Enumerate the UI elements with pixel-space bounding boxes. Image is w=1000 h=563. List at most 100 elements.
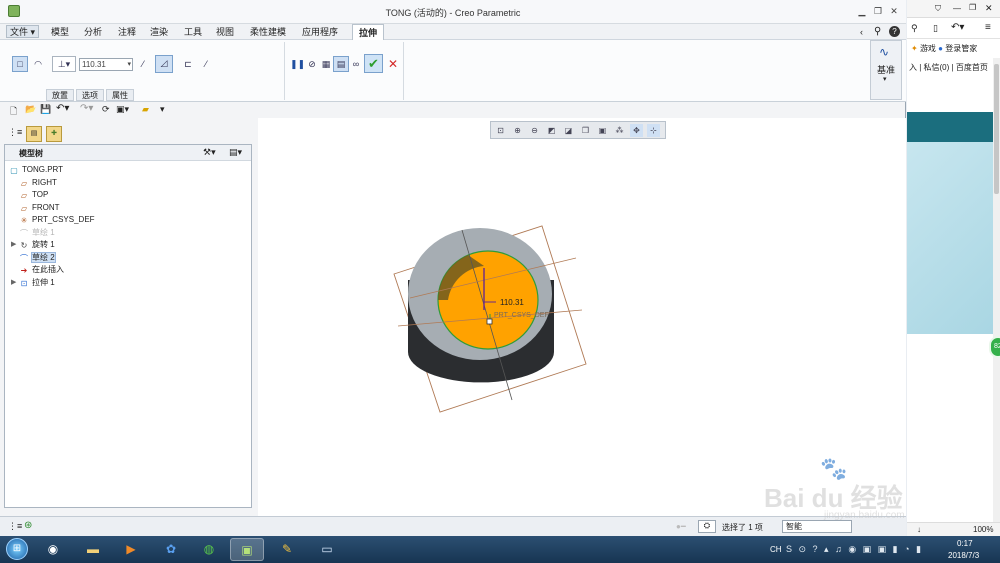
tree-item[interactable]: ▶ ↻ 旋转 1 xyxy=(11,239,55,251)
scrollbar[interactable] xyxy=(993,58,1000,528)
tab-3[interactable]: 渲染 xyxy=(150,26,168,39)
login-link[interactable]: 登录管家 xyxy=(945,44,977,53)
depth-option-icon[interactable]: ⊥▾ xyxy=(52,56,76,72)
tab-1[interactable]: 分析 xyxy=(84,26,102,39)
scrollbar-thumb[interactable] xyxy=(994,64,999,194)
tree-item[interactable]: ▱ TOP xyxy=(19,189,48,201)
datum-button[interactable]: ∿ 基准 ▾ xyxy=(870,40,902,100)
tree-item[interactable]: ▱ FRONT xyxy=(19,202,60,214)
start-button[interactable]: ⊞ xyxy=(6,538,28,560)
pause-icon[interactable]: ❚❚ xyxy=(289,56,305,72)
tray-icons[interactable]: S ⊙ ? ▴ ♫ ◉ ▣ ▣ ▮ ◔ ▮ xyxy=(786,544,923,555)
menu-icon[interactable]: ≡ xyxy=(985,22,991,33)
find-icon[interactable]: ⛭ xyxy=(698,520,716,533)
file-menu[interactable]: 文件 ▾ xyxy=(6,25,40,38)
open-icon[interactable]: 📂 xyxy=(25,104,36,115)
help-icon[interactable]: ? xyxy=(889,26,900,37)
tab-5[interactable]: 视图 xyxy=(216,26,234,39)
search-icon[interactable]: ⚲ xyxy=(874,26,881,37)
dimension-label[interactable]: 110.31 xyxy=(500,298,524,307)
taskbar-360-icon[interactable]: ◍ xyxy=(192,538,226,561)
thicken-icon[interactable]: ⊏ xyxy=(180,56,196,72)
zoom-in-icon[interactable]: ⊕ xyxy=(511,124,524,137)
taskbar-paint-icon[interactable]: ✎ xyxy=(270,538,304,561)
restore-icon[interactable]: ❐ xyxy=(969,3,976,12)
undo-icon[interactable]: ↶▾ xyxy=(56,103,69,114)
solid-extrude-icon[interactable]: □ xyxy=(12,56,28,72)
tab-extrude[interactable]: 拉伸 xyxy=(352,24,385,40)
expand-arrow-icon[interactable]: ▶ xyxy=(11,277,16,289)
baidu-links[interactable]: 入 | 私信(0) | 百度首页 xyxy=(907,62,993,74)
folder-browser-icon[interactable]: ▤ xyxy=(26,126,42,142)
glasses-icon[interactable]: ∞ xyxy=(348,56,364,72)
restore-icon[interactable]: ❐ xyxy=(872,5,884,17)
tree-filter-icon[interactable]: ▤▾ xyxy=(229,147,242,158)
tree-item[interactable]: ⌒ 草绘 2 xyxy=(19,251,56,264)
tree-item[interactable]: ✳ PRT_CSYS_DEF xyxy=(19,214,95,226)
tab-7[interactable]: 应用程序 xyxy=(302,26,338,39)
clock-time[interactable]: 0:17 xyxy=(957,539,973,548)
minimize-icon[interactable]: — xyxy=(953,4,961,13)
close-icon[interactable]: ✕ xyxy=(888,5,900,17)
depth-input[interactable]: 110.31 ▾ xyxy=(79,58,133,71)
saved-orientations-icon[interactable]: ❒ xyxy=(579,124,592,137)
chevron-down-icon[interactable]: ▾ xyxy=(127,59,131,70)
surface-extrude-icon[interactable]: ◠ xyxy=(30,56,46,72)
windows-icon[interactable]: ▣▾ xyxy=(116,104,129,115)
remove-material-icon[interactable]: ◿ xyxy=(155,55,173,73)
display-style-icon[interactable]: ◪ xyxy=(562,124,575,137)
zoom-level[interactable]: 100% xyxy=(973,523,993,536)
flip-direction-icon[interactable]: ⁄ xyxy=(135,56,151,72)
tab-6[interactable]: 柔性建模 xyxy=(250,26,286,39)
taskbar-baidu-icon[interactable]: ✿ xyxy=(154,538,188,561)
search-icon[interactable]: ⚲ xyxy=(911,23,918,34)
chevron-left-icon[interactable]: ‹ xyxy=(860,27,863,37)
taskbar-window-icon[interactable]: ▭ xyxy=(310,538,344,561)
tab-0[interactable]: 模型 xyxy=(51,26,69,39)
tab-4[interactable]: 工具 xyxy=(184,26,202,39)
flip-material-icon[interactable]: ⁄ xyxy=(198,56,214,72)
browser-toggle-icon[interactable]: ⊛ xyxy=(24,520,32,531)
taskbar-folder-icon[interactable]: ▬ xyxy=(76,538,110,561)
favorites-icon[interactable]: ✚ xyxy=(46,126,62,142)
redo-icon[interactable]: ↷▾ xyxy=(80,103,93,114)
save-icon[interactable]: 💾 xyxy=(40,104,51,115)
game-link[interactable]: 游戏 xyxy=(920,44,936,53)
new-file-icon[interactable]: 🗋 xyxy=(10,104,17,120)
verify-preview-icon[interactable]: ▤ xyxy=(333,56,349,72)
undo-icon[interactable]: ↶▾ xyxy=(951,22,964,33)
tab-options[interactable]: 选项 xyxy=(76,89,104,101)
tree-item[interactable]: ▶ ⊡ 拉伸 1 xyxy=(11,277,55,289)
regenerate-icon[interactable]: ⟳ xyxy=(102,104,110,115)
ok-check-icon[interactable]: ✔ xyxy=(364,54,383,73)
tree-item[interactable]: ⌒ 草绘 1 xyxy=(19,227,55,239)
close-icon[interactable]: ✕ xyxy=(985,3,993,14)
clock-date[interactable]: 2018/7/3 xyxy=(948,551,979,560)
input-language[interactable]: CH xyxy=(770,545,782,554)
annotation-display-icon[interactable]: ⊹ xyxy=(647,124,660,137)
spin-center-icon[interactable]: ✥ xyxy=(630,124,643,137)
close-window-icon[interactable]: ▰ xyxy=(142,104,149,115)
view-manager-icon[interactable]: ▣ xyxy=(596,124,609,137)
tree-settings-icon[interactable]: ⚒▾ xyxy=(203,147,216,158)
tree-item[interactable]: ➔ 在此插入 xyxy=(19,264,64,276)
minimize-icon[interactable]: ▁ xyxy=(856,5,868,17)
navigator-toggle-icon[interactable]: ⋮≡ xyxy=(8,521,22,532)
graphics-area[interactable]: 110.31 PRT_CSYS_DEF xyxy=(258,118,906,516)
download-icon[interactable]: ↓ xyxy=(917,523,921,536)
repaint-icon[interactable]: ◩ xyxy=(545,124,558,137)
taskbar-creo-icon[interactable]: ▣ xyxy=(230,538,264,561)
tab-2[interactable]: 注释 xyxy=(118,26,136,39)
score-badge[interactable]: 82 xyxy=(989,336,1000,358)
tab-placement[interactable]: 放置 xyxy=(46,89,74,101)
tree-item[interactable]: ▢ TONG.PRT xyxy=(9,164,63,176)
model-viewport[interactable]: 110.31 PRT_CSYS_DEF xyxy=(258,118,906,516)
customize-icon[interactable]: ▾ xyxy=(160,104,165,115)
taskbar-browser-icon[interactable]: ◉ xyxy=(36,538,70,561)
expand-arrow-icon[interactable]: ▶ xyxy=(11,239,16,251)
taskbar-media-icon[interactable]: ▶ xyxy=(114,538,148,561)
tab-properties[interactable]: 属性 xyxy=(106,89,134,101)
phone-icon[interactable]: ▯ xyxy=(933,23,938,34)
refit-icon[interactable]: ⊡ xyxy=(494,124,507,137)
drag-handle[interactable] xyxy=(486,318,493,325)
